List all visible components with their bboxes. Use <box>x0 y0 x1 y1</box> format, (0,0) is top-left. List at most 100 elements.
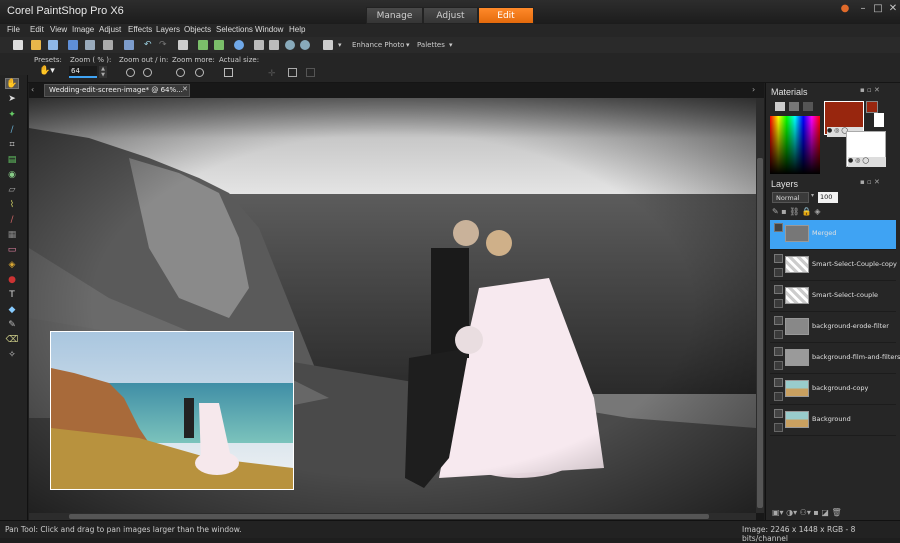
menu-selections[interactable]: Selections <box>216 25 253 34</box>
menu-image[interactable]: Image <box>72 25 94 34</box>
dropper-tool-icon[interactable]: ∕ <box>5 125 19 136</box>
layer-row[interactable]: Background <box>770 406 896 436</box>
eraser-tool-icon[interactable]: ▭ <box>5 245 19 256</box>
makeover-tool-icon[interactable]: ▱ <box>5 185 19 196</box>
tabs-left-icon[interactable]: ‹ <box>31 85 34 94</box>
color-picker-spectrum[interactable] <box>770 116 820 174</box>
zoom-spinner[interactable]: ▲ ▼ <box>99 66 107 78</box>
tab-adjust[interactable]: Adjust <box>423 7 478 24</box>
visibility-icon[interactable] <box>774 409 783 418</box>
tab-edit[interactable]: Edit <box>478 7 534 24</box>
pick-tool-icon[interactable]: ➤ <box>5 94 19 105</box>
print-icon[interactable] <box>103 40 113 50</box>
zoom-in-icon[interactable] <box>285 40 295 50</box>
layer-row[interactable]: background-copy <box>770 375 896 405</box>
zoom-out-button[interactable] <box>126 68 135 77</box>
notification-icon[interactable]: ● <box>836 2 854 16</box>
lock-icon[interactable] <box>774 330 783 339</box>
layer-row[interactable]: Smart-Select-couple <box>770 282 896 312</box>
visibility-icon[interactable] <box>774 316 783 325</box>
zoom-more-in-button[interactable] <box>195 68 204 77</box>
lock-icon[interactable] <box>774 423 783 432</box>
image-canvas[interactable] <box>29 98 756 513</box>
text-tool-icon[interactable]: T <box>5 290 19 301</box>
lock-icon[interactable] <box>774 361 783 370</box>
selection-tool-icon[interactable]: ✦ <box>5 110 19 121</box>
crop-to-selection-icon[interactable] <box>178 40 188 50</box>
enhance-photo-menu[interactable]: Enhance Photo <box>352 41 404 49</box>
visibility-icon[interactable] <box>774 378 783 387</box>
undo-icon[interactable]: ↶ <box>144 40 154 50</box>
clone-tool-icon[interactable]: ⌇ <box>5 200 19 211</box>
background-style-icons[interactable]: ● ◎ ◯ <box>848 157 886 167</box>
swap-colors-icon[interactable] <box>874 113 884 127</box>
materials-panel-controls[interactable]: ▪ ▫ ✕ <box>860 86 880 94</box>
presets-dropdown[interactable]: ✋▾ <box>39 66 57 78</box>
lock-icon[interactable] <box>774 268 783 277</box>
layer-row[interactable]: background-film-and-filters <box>770 344 900 374</box>
red-eye-tool-icon[interactable]: ◉ <box>5 170 19 181</box>
straighten-tool-icon[interactable]: ▤ <box>5 155 19 166</box>
actual-size-button[interactable] <box>224 68 233 77</box>
fit-icon[interactable] <box>288 68 297 77</box>
dodge-tool-icon[interactable]: ✧ <box>5 350 19 361</box>
email-icon[interactable] <box>124 40 134 50</box>
menu-objects[interactable]: Objects <box>184 25 211 34</box>
zoom-out-icon[interactable] <box>300 40 310 50</box>
paste-icon[interactable] <box>214 40 224 50</box>
open-folder-icon[interactable] <box>31 40 41 50</box>
visibility-icon[interactable] <box>774 223 783 232</box>
tabs-right-icon[interactable]: › <box>752 85 755 94</box>
menu-effects[interactable]: Effects <box>128 25 152 34</box>
horizontal-scrollbar[interactable] <box>29 513 756 520</box>
blend-mode-chevron-icon[interactable]: ▾ <box>811 192 814 199</box>
menu-layers[interactable]: Layers <box>156 25 180 34</box>
copy-icon[interactable] <box>198 40 208 50</box>
redo-icon[interactable]: ↷ <box>159 40 169 50</box>
pan-tool-icon[interactable]: ✋ <box>5 78 19 89</box>
warp-brush-icon[interactable]: ⌫ <box>5 335 19 346</box>
layer-actions-bar[interactable]: ▣▾ ◑▾ ⚇▾ ▪ ◪ 🗑 <box>772 508 842 517</box>
paint-brush-icon[interactable]: ∕ <box>5 215 19 226</box>
menu-help[interactable]: Help <box>289 25 305 34</box>
swatches-icon[interactable] <box>803 102 813 111</box>
save-as-icon[interactable] <box>85 40 95 50</box>
vertical-scrollbar[interactable] <box>756 98 764 513</box>
pen-tool-icon[interactable]: ✎ <box>5 320 19 331</box>
color-changer-icon[interactable]: ● <box>5 275 19 286</box>
foreground-small-swatch[interactable] <box>866 101 878 113</box>
menu-adjust[interactable]: Adjust <box>99 25 121 34</box>
menu-view[interactable]: View <box>50 25 67 34</box>
visibility-icon[interactable] <box>774 347 783 356</box>
lock-icon[interactable] <box>774 392 783 401</box>
layer-row[interactable]: Merged <box>770 220 896 250</box>
save-icon[interactable] <box>68 40 78 50</box>
zoom-more-out-button[interactable] <box>176 68 185 77</box>
shape-tool-icon[interactable]: ◆ <box>5 305 19 316</box>
tab-manage[interactable]: Manage <box>366 7 423 24</box>
lock-icon[interactable] <box>774 299 783 308</box>
visibility-icon[interactable] <box>774 285 783 294</box>
opacity-input[interactable]: 100 <box>818 192 838 203</box>
menu-window[interactable]: Window <box>255 25 283 34</box>
crop-tool-icon[interactable]: ⌗ <box>5 140 19 151</box>
new-file-icon[interactable] <box>13 40 23 50</box>
document-tab[interactable]: Wedding-edit-screen-image* @ 64%... <box>44 84 190 97</box>
scan-icon[interactable] <box>48 40 58 50</box>
zoom-input[interactable]: 64 <box>69 66 97 78</box>
fit-window-icon[interactable] <box>254 40 264 50</box>
close-tab-icon[interactable]: ✕ <box>182 85 188 93</box>
layer-row[interactable]: Smart-Select-Couple-copy <box>770 251 897 281</box>
palettes-menu[interactable]: Palettes <box>417 41 445 49</box>
menu-file[interactable]: File <box>7 25 20 34</box>
image-info-icon[interactable] <box>269 40 279 50</box>
rainbow-swatch-icon[interactable] <box>789 102 799 111</box>
gradient-tool-icon[interactable]: ▦ <box>5 230 19 241</box>
web-icon[interactable] <box>234 40 244 50</box>
layer-row[interactable]: background-erode-filter <box>770 313 896 343</box>
menu-edit[interactable]: Edit <box>30 25 44 34</box>
flood-fill-icon[interactable]: ◈ <box>5 260 19 271</box>
visibility-icon[interactable] <box>774 254 783 263</box>
layers-panel-controls[interactable]: ▪ ▫ ✕ <box>860 178 880 186</box>
frame-swatch-icon[interactable] <box>775 102 785 111</box>
